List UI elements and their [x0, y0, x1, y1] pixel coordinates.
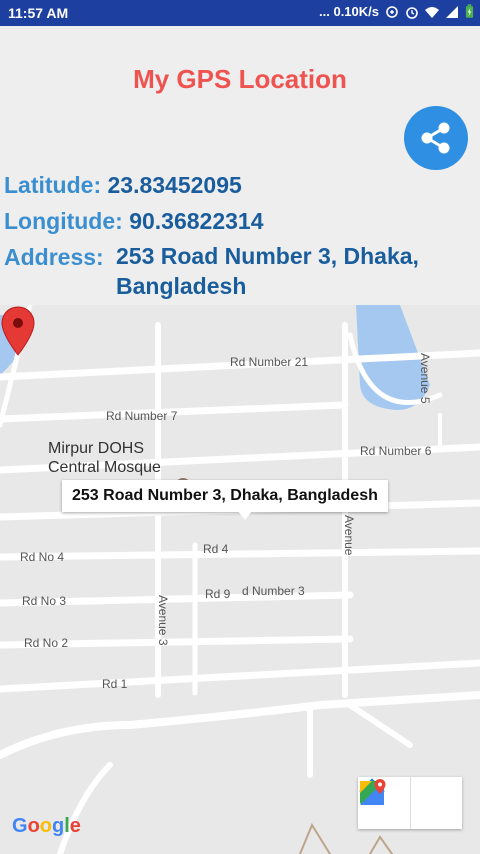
- signal-icon: [446, 5, 458, 18]
- road-label: Avenue 5: [418, 353, 432, 404]
- road-label: Rd Number 7: [106, 409, 178, 423]
- map-roads: [0, 305, 480, 854]
- network-speed: ... 0.10K/s: [319, 4, 379, 19]
- map-view[interactable]: Rd Number 21 Rd Number 7 Rd Number 6 Ave…: [0, 305, 480, 854]
- road-label: Avenue: [342, 515, 356, 556]
- road-label: Rd Number 6: [360, 444, 432, 458]
- road-label: Rd No 2: [24, 636, 69, 650]
- latitude-value: 23.83452095: [107, 172, 242, 198]
- address-label: Address:: [4, 244, 104, 270]
- road-label: Rd No 4: [20, 550, 65, 564]
- status-time: 11:57 AM: [8, 5, 69, 21]
- marker-info-window[interactable]: 253 Road Number 3, Dhaka, Bangladesh: [62, 480, 388, 512]
- google-logo: Google: [12, 815, 81, 837]
- battery-charging-icon: [465, 4, 474, 18]
- address-value: 253 Road Number 3, Dhaka, Bangladesh: [116, 243, 419, 299]
- longitude-row: Longitude: 90.36822314: [4, 208, 264, 235]
- road-label: Rd 1: [102, 677, 128, 691]
- road-label: Rd No 3: [22, 594, 67, 608]
- share-button[interactable]: [404, 106, 468, 170]
- google-maps-icon: [360, 779, 386, 805]
- location-pin-icon[interactable]: [0, 305, 36, 357]
- latitude-label: Latitude:: [4, 172, 102, 198]
- road-label: d Number 3: [242, 584, 305, 598]
- address-row: Address:: [4, 244, 104, 271]
- map-toolbar: [358, 777, 462, 829]
- data-saver-icon: [386, 5, 398, 18]
- longitude-label: Longitude:: [4, 208, 123, 234]
- status-icons: ... 0.10K/s: [319, 4, 474, 19]
- page-title: My GPS Location: [133, 64, 347, 94]
- longitude-value: 90.36822314: [129, 208, 264, 234]
- poi-label[interactable]: Mirpur DOHS Central Mosque: [48, 439, 178, 477]
- open-in-maps-button[interactable]: [360, 777, 462, 829]
- road-label: Rd 4: [203, 542, 229, 556]
- road-label: Avenue 3: [156, 595, 170, 646]
- alarm-icon: [406, 6, 418, 19]
- road-label: Rd 9: [205, 587, 231, 601]
- info-window-tail: [238, 511, 252, 520]
- wifi-icon: [425, 6, 439, 18]
- app-screen: My GPS Location Latitude: 23.83452095 Lo…: [0, 26, 480, 854]
- status-bar: 11:57 AM ... 0.10K/s: [0, 0, 480, 26]
- share-icon: [421, 122, 450, 154]
- latitude-row: Latitude: 23.83452095: [4, 172, 242, 199]
- road-label: Rd Number 21: [230, 355, 309, 369]
